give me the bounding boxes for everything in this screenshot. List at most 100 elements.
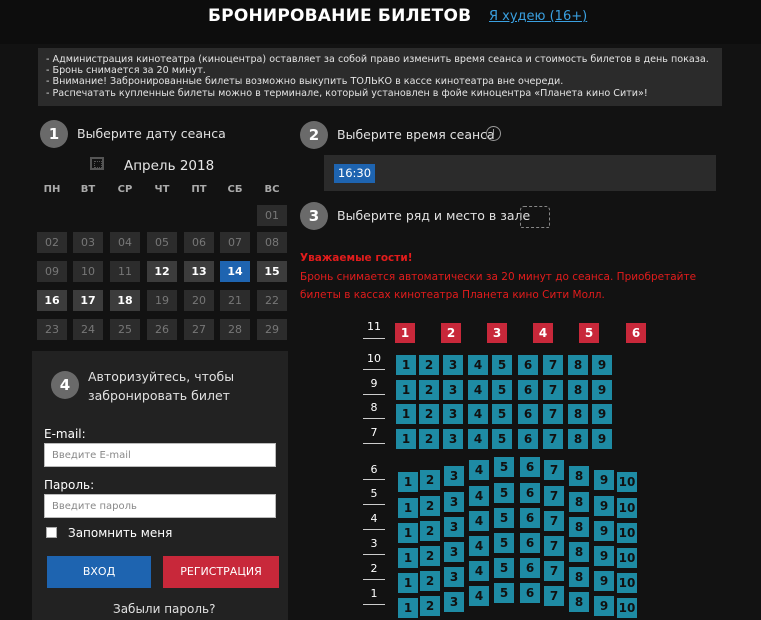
seat[interactable]: 10 (617, 472, 637, 492)
seat[interactable]: 9 (594, 496, 614, 516)
seat[interactable]: 9 (594, 571, 614, 591)
calendar-day[interactable]: 15 (257, 261, 287, 282)
seat[interactable]: 4 (469, 486, 489, 506)
seat[interactable]: 10 (617, 573, 637, 593)
login-button[interactable]: ВХОД (47, 556, 151, 588)
seat[interactable]: 9 (594, 470, 614, 490)
seat[interactable]: 9 (592, 429, 612, 449)
seat[interactable]: 5 (494, 558, 514, 578)
seat[interactable]: 4 (469, 536, 489, 556)
seat[interactable]: 1 (398, 472, 418, 492)
seat[interactable]: 1 (396, 380, 416, 400)
seat[interactable]: 7 (544, 586, 564, 606)
seat[interactable]: 6 (518, 404, 538, 424)
seat[interactable]: 6 (518, 429, 538, 449)
seat[interactable]: 1 (398, 573, 418, 593)
seat[interactable]: 7 (544, 511, 564, 531)
seat[interactable]: 3 (444, 517, 464, 537)
seat[interactable]: 7 (543, 404, 563, 424)
seat[interactable]: 4 (468, 429, 488, 449)
seat[interactable]: 7 (543, 429, 563, 449)
seat[interactable]: 8 (569, 466, 589, 486)
seat[interactable]: 3 (444, 567, 464, 587)
seat[interactable]: 1 (398, 598, 418, 618)
seat[interactable]: 3 (444, 592, 464, 612)
seat[interactable]: 2 (420, 521, 440, 541)
seat[interactable]: 5 (494, 457, 514, 477)
seat[interactable]: 4 (468, 404, 488, 424)
seat[interactable]: 6 (626, 323, 646, 343)
calendar-day[interactable]: 14 (220, 261, 250, 282)
seat[interactable]: 5 (494, 508, 514, 528)
seat[interactable]: 3 (487, 323, 507, 343)
seat[interactable]: 8 (569, 492, 589, 512)
seat[interactable]: 10 (617, 548, 637, 568)
seat[interactable]: 6 (518, 355, 538, 375)
remember-me-checkbox[interactable] (46, 527, 57, 538)
seat[interactable]: 5 (494, 533, 514, 553)
seat[interactable]: 8 (568, 429, 588, 449)
seat[interactable]: 1 (398, 498, 418, 518)
register-button[interactable]: РЕГИСТРАЦИЯ (163, 556, 279, 588)
seat[interactable]: 1 (398, 548, 418, 568)
seat[interactable]: 5 (492, 355, 512, 375)
seat[interactable]: 7 (544, 486, 564, 506)
seat[interactable]: 5 (492, 429, 512, 449)
seat[interactable]: 7 (543, 380, 563, 400)
seat[interactable]: 9 (592, 404, 612, 424)
seat[interactable]: 3 (443, 380, 463, 400)
seat[interactable]: 4 (469, 561, 489, 581)
session-time-button[interactable]: 16:30 (334, 164, 375, 183)
seat[interactable]: 1 (395, 323, 415, 343)
seat[interactable]: 8 (569, 567, 589, 587)
seat[interactable]: 2 (419, 380, 439, 400)
seat[interactable]: 9 (594, 596, 614, 616)
seat[interactable]: 6 (518, 380, 538, 400)
seat[interactable]: 2 (420, 546, 440, 566)
seat[interactable]: 3 (444, 466, 464, 486)
seat[interactable]: 5 (492, 404, 512, 424)
seat[interactable]: 9 (594, 521, 614, 541)
seat[interactable]: 6 (520, 457, 540, 477)
seat[interactable]: 8 (568, 404, 588, 424)
seat[interactable]: 9 (592, 380, 612, 400)
seat[interactable]: 8 (569, 542, 589, 562)
seat[interactable]: 7 (544, 561, 564, 581)
seat[interactable]: 2 (420, 596, 440, 616)
seat[interactable]: 7 (544, 460, 564, 480)
calendar-day[interactable]: 16 (37, 290, 67, 311)
seat[interactable]: 7 (543, 355, 563, 375)
seat[interactable]: 2 (420, 571, 440, 591)
seat[interactable]: 9 (594, 546, 614, 566)
calendar-day[interactable]: 18 (110, 290, 140, 311)
seat[interactable]: 4 (468, 355, 488, 375)
seat[interactable]: 3 (443, 404, 463, 424)
movie-title-link[interactable]: Я худею (16+) (489, 9, 587, 24)
email-field[interactable] (44, 443, 276, 467)
seat[interactable]: 4 (469, 511, 489, 531)
seat[interactable]: 1 (396, 404, 416, 424)
seat[interactable]: 10 (617, 598, 637, 618)
calendar-day[interactable]: 13 (184, 261, 214, 282)
seat[interactable]: 9 (592, 355, 612, 375)
seat[interactable]: 3 (443, 429, 463, 449)
seat[interactable]: 1 (398, 523, 418, 543)
seat[interactable]: 6 (520, 558, 540, 578)
seat[interactable]: 3 (443, 355, 463, 375)
seat[interactable]: 4 (533, 323, 553, 343)
seat[interactable]: 5 (494, 483, 514, 503)
seat[interactable]: 2 (419, 355, 439, 375)
seat[interactable]: 2 (419, 429, 439, 449)
seat[interactable]: 2 (419, 404, 439, 424)
seat[interactable]: 8 (569, 517, 589, 537)
seat[interactable]: 5 (492, 380, 512, 400)
seat[interactable]: 8 (569, 592, 589, 612)
forgot-password-link[interactable]: Забыли пароль? (113, 602, 215, 616)
seat[interactable]: 5 (579, 323, 599, 343)
seat[interactable]: 7 (544, 536, 564, 556)
seat[interactable]: 10 (617, 498, 637, 518)
seat[interactable]: 1 (396, 355, 416, 375)
seat[interactable]: 4 (469, 460, 489, 480)
seat[interactable]: 3 (444, 542, 464, 562)
seat[interactable]: 2 (441, 323, 461, 343)
